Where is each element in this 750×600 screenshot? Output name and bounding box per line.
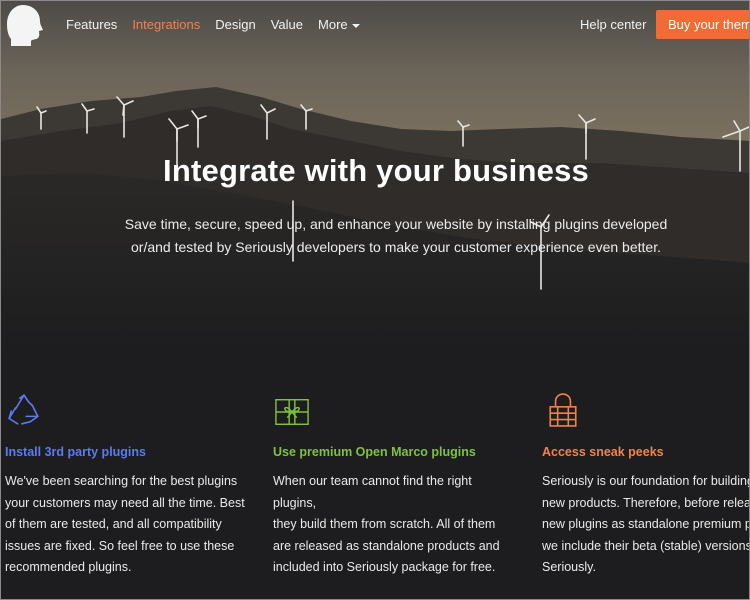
feature-line: When our team cannot find the right plug… <box>273 474 472 510</box>
feature-description: Seriously is our foundation for building… <box>542 471 750 579</box>
feature-line: new plugins as standalone premium produc… <box>542 517 749 531</box>
features-section: Install 3rd party plugins We've been sea… <box>1 351 750 599</box>
feature-line: new products. Therefore, before releasin… <box>542 495 749 510</box>
top-navigation: Features Integrations Design Value More … <box>1 1 749 49</box>
feature-title: Use premium Open Marco plugins <box>273 445 476 459</box>
logo-head-icon[interactable] <box>5 3 45 47</box>
hero-section: Features Integrations Design Value More … <box>1 1 749 351</box>
feature-premium-plugins: Use premium Open Marco plugins When our … <box>269 393 519 593</box>
hero-subtitle-line-2: or/and tested by Seriously developers to… <box>131 239 661 255</box>
nav-link-integrations[interactable]: Integrations <box>132 17 200 32</box>
page-frame: Features Integrations Design Value More … <box>0 0 750 600</box>
feature-line: issues are fixed. So feel free to use th… <box>5 538 235 553</box>
lock-icon <box>549 393 577 427</box>
hero-subtitle: Save time, secure, speed up, and enhance… <box>121 213 671 259</box>
feature-line: of them are tested, and all compatibilit… <box>5 517 222 531</box>
feature-description: When our team cannot find the right plug… <box>273 471 518 579</box>
gift-icon <box>275 399 309 425</box>
feature-sneak-peeks: Access sneak peeks Seriously is our foun… <box>538 393 750 593</box>
feature-line: Seriously is our foundation for building <box>542 474 750 488</box>
feature-line: recommended plugins. <box>5 560 132 574</box>
buy-theme-button[interactable]: Buy your theme <box>656 10 749 39</box>
hero-title: Integrate with your business <box>163 153 589 188</box>
feature-line: your customers may need all the time. Be… <box>5 495 245 510</box>
nav-link-value[interactable]: Value <box>271 17 303 32</box>
nav-link-design[interactable]: Design <box>215 17 255 32</box>
feature-line: they build them from scratch. All of the… <box>273 517 496 531</box>
feature-line: Seriously. <box>542 560 596 574</box>
feature-title: Install 3rd party plugins <box>5 445 146 459</box>
nav-link-more[interactable]: More <box>318 17 360 32</box>
nav-more-label: More <box>318 17 348 32</box>
feature-line: are released as standalone products and <box>273 538 500 553</box>
nav-links: Features Integrations Design Value More <box>66 17 375 32</box>
feature-title: Access sneak peeks <box>542 445 664 459</box>
chevron-down-icon <box>351 23 360 28</box>
feature-line: included into Seriously package for free… <box>273 560 496 574</box>
feature-description: We've been searching for the best plugin… <box>5 471 250 579</box>
feature-line: we include their beta (stable) versions … <box>542 538 750 553</box>
feature-install-plugins: Install 3rd party plugins We've been sea… <box>1 393 251 593</box>
hero-subtitle-line-1: Save time, secure, speed up, and enhance… <box>124 216 668 232</box>
help-center-link[interactable]: Help center <box>580 17 646 32</box>
recycle-icon <box>8 394 39 425</box>
nav-link-features[interactable]: Features <box>66 17 117 32</box>
feature-line: We've been searching for the best plugin… <box>5 474 238 488</box>
